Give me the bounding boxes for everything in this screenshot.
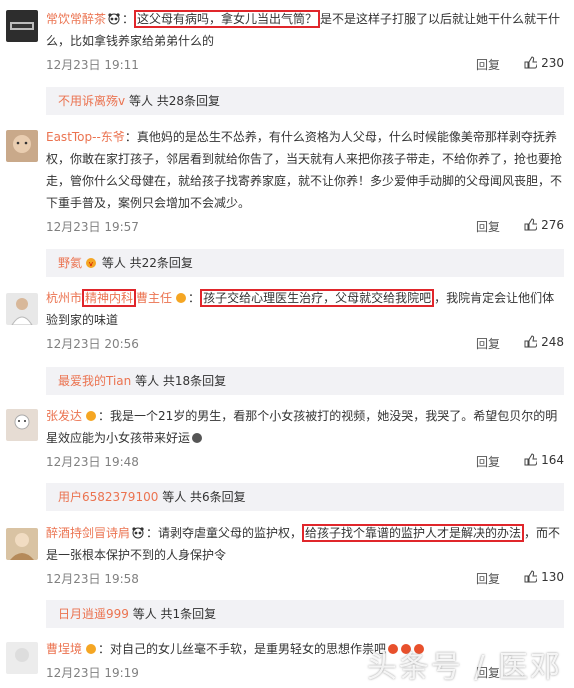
reply-summary[interactable]: 日月逍遥999 等人 共1条回复 [46,600,564,628]
username-link[interactable]: 醉酒持剑冒诗肩 [46,526,130,540]
comment-time: 12月23日 19:19 [46,666,139,680]
like-count: 130 [541,570,564,584]
like-button[interactable]: 130 [524,570,564,584]
highlight-box: 孩子交给心理医生治疗，父母就交给我院吧 [200,289,435,307]
thumb-up-icon [524,56,538,69]
avatar[interactable] [6,10,38,42]
reply-button[interactable]: 回复 [476,218,500,235]
avatar[interactable] [6,642,38,674]
highlight-box: 给孩子找个靠谱的监护人才是解决的办法 [302,524,525,542]
like-count: 164 [541,453,564,467]
comment-time: 12月23日 20:56 [46,337,139,351]
avatar[interactable] [6,130,38,162]
like-button[interactable]: 248 [524,335,564,349]
thumb-up-icon [524,570,538,583]
vip-badge-icon [86,411,97,421]
username-link[interactable]: 曹埕境 [46,642,82,656]
comment-time: 12月23日 19:48 [46,455,139,469]
comment-text: 醉酒持剑冒诗肩 ：请剥夺虐童父母的监护权， 给孩子找个靠谱的监护人才是解决的办法 ，而… [46,524,561,562]
reply-button[interactable]: 回复 [476,56,500,73]
reply-summary[interactable]: 不用诉离殇v 等人 共28条回复 [46,87,564,115]
reply-count-text: 等人 共28条回复 [128,94,221,108]
like-count: 248 [541,335,564,349]
thumb-up-icon [524,453,538,466]
vip-badge-icon: v [86,258,97,268]
avatar[interactable] [6,293,38,325]
comment-text: 张发达 ：我是一个21岁的男生，看那个小女孩被打的视频，她没哭，我哭了。希望包贝尔… [46,409,558,445]
reply-count-text: 等人 共1条回复 [132,607,217,621]
like-button[interactable]: 230 [524,56,564,70]
comment-text: EastTop--东爷：真他妈的是怂生不怂养，有什么资格为人父母，什么时候能像美… [46,130,563,210]
like-button[interactable]: 164 [524,453,564,467]
reply-username[interactable]: 日月逍遥999 [58,607,129,621]
like-count: 230 [541,56,564,70]
watermark: 头条号 / 医邓 [366,650,562,685]
vip-badge-icon [176,293,187,303]
username-link[interactable]: EastTop--东爷 [46,130,125,144]
comment-time: 12月23日 19:11 [46,58,139,72]
username-link[interactable]: 常饮常醉茶 [46,12,106,26]
comment-text: 常饮常醉茶：这父母有病吗，拿女儿当出气筒？ 是不是这样子打服了以后就让她干什么就干… [46,10,561,48]
thumb-up-icon [524,335,538,348]
thumb-up-icon [524,218,538,231]
reply-button[interactable]: 回复 [476,335,500,352]
comment-text: 杭州市 精神内科 曹主任：孩子交给心理医生治疗，父母就交给我院吧 ，我院肯定会让他们体… [46,289,555,327]
svg-text:v: v [89,260,93,268]
avatar[interactable] [6,409,38,441]
reply-button[interactable]: 回复 [476,453,500,470]
like-count: 276 [541,218,564,232]
username-link[interactable]: 张发达 [46,409,82,423]
panda-badge-icon [108,13,120,25]
reply-summary[interactable]: 最爱我的Tian 等人 共18条回复 [46,367,564,395]
reply-username[interactable]: 用户6582379100 [58,490,158,504]
reply-summary[interactable]: 野氦 v 等人 共22条回复 [46,249,564,277]
like-button[interactable]: 276 [524,218,564,232]
reply-count-text: 等人 共6条回复 [162,490,246,504]
reply-count-text: 等人 共18条回复 [135,374,227,388]
emoji-icon [192,433,203,443]
reply-username[interactable]: 最爱我的Tian [58,374,131,388]
avatar[interactable] [6,528,38,560]
reply-username[interactable]: 野氦 [58,256,82,270]
reply-summary[interactable]: 用户6582379100 等人 共6条回复 [46,483,564,511]
reply-username[interactable]: 不用诉离殇v [58,94,125,108]
comment-list: 常饮常醉茶：这父母有病吗，拿女儿当出气筒？ 是不是这样子打服了以后就让她干什么就干… [0,0,574,688]
vip-badge-icon [86,644,97,654]
highlight-box: 这父母有病吗，拿女儿当出气筒？ [134,10,321,28]
reply-count-text: 等人 共22条回复 [101,256,193,270]
comment-time: 12月23日 19:57 [46,220,139,234]
panda-badge-icon [132,527,144,539]
username-link[interactable]: 杭州市 精神内科 曹主任 [46,289,172,307]
comment-time: 12月23日 19:58 [46,572,139,586]
reply-button[interactable]: 回复 [476,570,500,587]
